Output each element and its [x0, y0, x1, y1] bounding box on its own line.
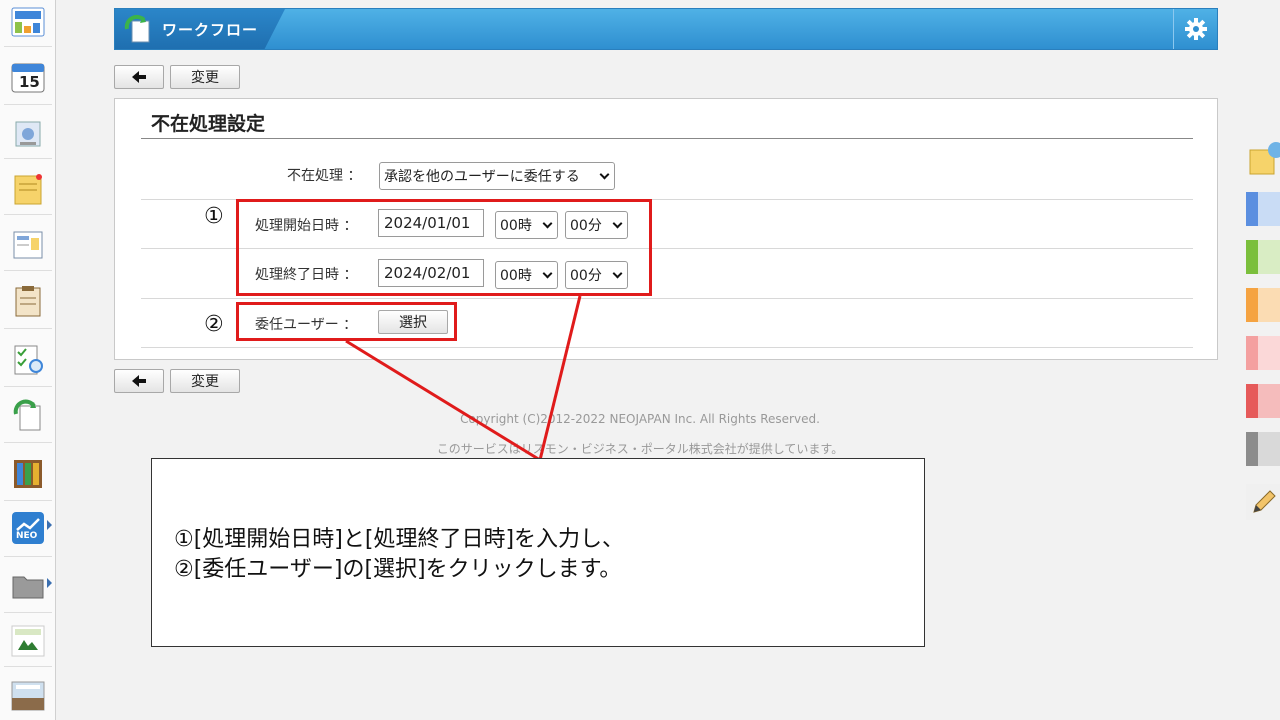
sidebar-divider — [4, 500, 52, 501]
orange-swatch[interactable] — [1246, 288, 1280, 322]
marker-one: ① — [204, 204, 224, 229]
expand-arrow-icon[interactable] — [47, 578, 52, 588]
sidebar-divider — [4, 158, 52, 159]
cabinet-icon[interactable] — [10, 456, 46, 490]
calendar-icon[interactable]: 15 — [10, 60, 46, 94]
absence-select-value: 承認を他のユーザーに委任する — [384, 169, 580, 185]
app-sidebar: 15 NEO — [0, 0, 56, 720]
back-arrow-icon — [132, 375, 146, 387]
gear-icon — [1184, 18, 1207, 40]
board-icon[interactable] — [10, 228, 46, 262]
title-divider — [141, 138, 1193, 139]
absence-label: 不在処理 ： — [287, 168, 362, 184]
folder-icon[interactable] — [10, 568, 46, 602]
sidebar-divider — [4, 612, 52, 613]
settings-button[interactable] — [1173, 9, 1217, 49]
pink-swatch[interactable] — [1246, 336, 1280, 370]
memo-icon[interactable] — [10, 172, 46, 206]
sidebar-divider — [4, 214, 52, 215]
instruction-callout: ①[処理開始日時]と[処理終了日時]を入力し、 ②[委任ユーザー]の[選択]をク… — [151, 458, 925, 647]
facility-icon[interactable] — [10, 116, 46, 150]
change-button[interactable]: 変更 — [170, 65, 240, 89]
blue-swatch[interactable] — [1246, 192, 1280, 226]
callout-line-1: ①[処理開始日時]と[処理終了日時]を入力し、 — [174, 527, 625, 552]
copyright-text: Copyright (C)2012-2022 NEOJAPAN Inc. All… — [460, 412, 820, 426]
sidebar-divider — [4, 666, 52, 667]
sidebar-divider — [4, 270, 52, 271]
app-header: ワークフロー — [114, 8, 1218, 50]
portal-icon[interactable] — [10, 6, 46, 40]
green-swatch[interactable] — [1246, 240, 1280, 274]
neo-label: NEO — [16, 531, 38, 541]
absence-select[interactable]: 承認を他のユーザーに委任する — [379, 162, 615, 190]
tanomeru-icon[interactable] — [10, 624, 46, 658]
sidebar-divider — [4, 104, 52, 105]
back-arrow-icon — [132, 71, 146, 83]
workflow-logo-icon — [123, 14, 153, 44]
row-divider — [141, 298, 1193, 299]
change-button[interactable]: 変更 — [170, 369, 240, 393]
page-title: 不在処理設定 — [151, 113, 266, 135]
marker-two: ② — [204, 312, 224, 337]
pencil-icon[interactable] — [1246, 484, 1280, 520]
app-title: ワークフロー — [162, 21, 259, 39]
neo-icon[interactable]: NEO — [10, 510, 46, 544]
report-icon[interactable] — [10, 284, 46, 318]
calendar-day: 15 — [19, 73, 40, 91]
sidebar-divider — [4, 556, 52, 557]
gray-swatch[interactable] — [1246, 432, 1280, 466]
todo-icon[interactable] — [10, 342, 46, 376]
sticky-note-icon[interactable] — [1248, 140, 1280, 176]
sidebar-divider — [4, 328, 52, 329]
back-button[interactable] — [114, 65, 164, 89]
sidebar-divider — [4, 386, 52, 387]
row-divider — [141, 347, 1193, 348]
chevron-down-icon — [599, 169, 610, 179]
callout-line-2: ②[委任ユーザー]の[選択]をクリックします。 — [174, 557, 622, 582]
photo-icon[interactable] — [10, 678, 46, 712]
back-button[interactable] — [114, 369, 164, 393]
red-swatch[interactable] — [1246, 384, 1280, 418]
sidebar-divider — [4, 46, 52, 47]
expand-arrow-icon[interactable] — [47, 520, 52, 530]
delegate-highlight-box — [236, 302, 457, 341]
datetime-highlight-box — [236, 199, 652, 296]
provider-text: このサービスはリスモン・ビジネス・ポータル株式会社が提供しています。 — [436, 442, 844, 456]
right-palette — [1240, 140, 1280, 540]
